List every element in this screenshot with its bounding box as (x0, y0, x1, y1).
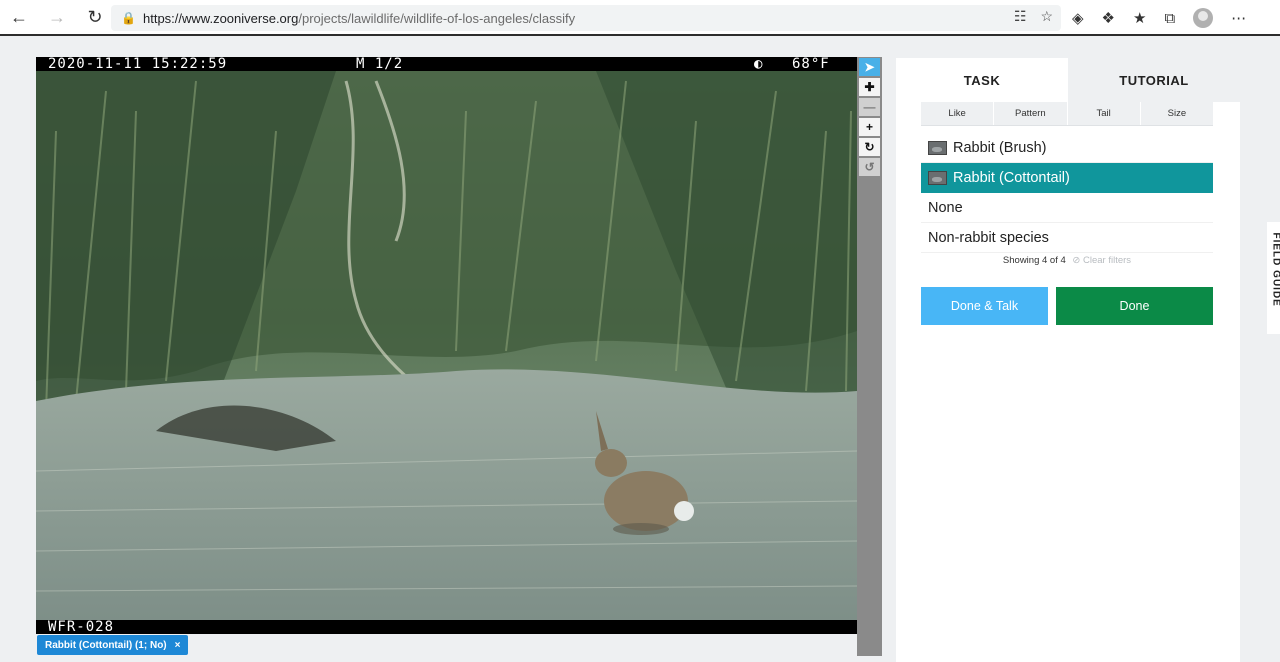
back-arrow-icon[interactable]: ← (0, 0, 38, 35)
annotation-label: Rabbit (Cottontail) (1; No) (45, 639, 167, 651)
zoom-out-icon[interactable]: — (859, 98, 880, 116)
choice-thumbnail (928, 171, 947, 185)
pan-icon[interactable]: ✚ (859, 78, 880, 96)
filter-like[interactable]: Like (921, 102, 995, 125)
close-icon[interactable]: × (175, 640, 181, 651)
reload-icon[interactable]: ↻ (76, 0, 114, 35)
choice-non-rabbit-species[interactable]: Non-rabbit species (921, 223, 1213, 253)
task-panel: TASK TUTORIAL Like Pattern Tail Size Rab… (896, 58, 1240, 662)
filter-tail[interactable]: Tail (1068, 102, 1141, 125)
reset-icon[interactable]: ↺ (859, 158, 880, 176)
field-guide-tab[interactable]: FIELD GUIDE (1267, 222, 1280, 334)
viewer-toolbar: ➤ ✚ — + ↻ ↺ (857, 57, 882, 656)
choice-list: Rabbit (Brush) Rabbit (Cottontail) None … (921, 133, 1213, 253)
reader-icon[interactable]: ☷ (1014, 8, 1027, 25)
annotation-tag[interactable]: Rabbit (Cottontail) (1; No) × (37, 635, 189, 655)
camera-station-label: WFR-028 (36, 620, 857, 634)
choice-label: Rabbit (Brush) (953, 139, 1047, 156)
profile-icon[interactable] (1193, 8, 1214, 28)
collections-icon[interactable]: ⧉ (1164, 10, 1175, 27)
wildlife-photo (36, 71, 857, 620)
puzzle-icon[interactable]: ❖ (1102, 9, 1115, 27)
forward-arrow-icon[interactable]: → (38, 0, 76, 35)
subject-image[interactable] (36, 71, 857, 620)
zoom-in-icon[interactable]: + (859, 118, 880, 136)
filter-pattern[interactable]: Pattern (994, 102, 1068, 125)
tab-task[interactable]: TASK (896, 58, 1068, 102)
characteristic-filters: Like Pattern Tail Size (921, 102, 1213, 126)
choice-rabbit-brush[interactable]: Rabbit (Brush) (921, 133, 1213, 163)
showing-text: Showing 4 of 4 (1002, 255, 1066, 266)
clear-filters-button[interactable]: ⊘ Clear filters (1072, 255, 1131, 266)
field-guide-label: FIELD GUIDE (1270, 232, 1280, 307)
choice-rabbit-cottontail[interactable]: Rabbit (Cottontail) (921, 163, 1213, 193)
choice-label: None (928, 199, 963, 216)
more-icon[interactable]: ⋯ (1231, 9, 1246, 27)
moon-phase-icon: ◐ (754, 56, 764, 72)
camera-frame: M 1/2 (356, 56, 404, 72)
url-path: /projects/lawildlife/wildlife-of-los-ang… (298, 10, 576, 26)
subject-viewer[interactable]: 2020-11-11 15:22:59 M 1/2 ◐ 68°F WFR-028 (36, 57, 857, 634)
lock-icon[interactable]: 🔒 (121, 11, 143, 25)
showing-count: Showing 4 of 4 ⊘ Clear filters (921, 255, 1213, 266)
done-and-talk-button[interactable]: Done & Talk (921, 287, 1048, 325)
favorite-star-icon[interactable]: ☆ (1040, 8, 1053, 25)
url-host: https://www.zooniverse.org (143, 10, 299, 26)
url-text[interactable]: https://www.zooniverse.org/projects/lawi… (143, 11, 575, 26)
choice-thumbnail (928, 140, 947, 155)
filter-size[interactable]: Size (1141, 102, 1213, 125)
browser-toolbar: ← → ↻ 🔒 https://www.zooniverse.org/proje… (0, 0, 1280, 36)
favorites-icon[interactable]: ★ (1133, 9, 1146, 27)
tab-tutorial[interactable]: TUTORIAL (1068, 58, 1240, 102)
camera-datetime: 2020-11-11 15:22:59 (48, 56, 228, 72)
done-button[interactable]: Done (1056, 287, 1213, 325)
choice-none[interactable]: None (921, 193, 1213, 223)
camera-info-bar: 2020-11-11 15:22:59 M 1/2 ◐ 68°F (36, 57, 857, 71)
extension-pin-icon[interactable]: ◈ (1072, 9, 1084, 27)
camera-temperature: 68°F (792, 56, 830, 72)
pointer-icon[interactable]: ➤ (859, 58, 880, 76)
choice-label: Non-rabbit species (928, 229, 1049, 246)
choice-label: Rabbit (Cottontail) (953, 170, 1070, 186)
address-bar[interactable]: 🔒 https://www.zooniverse.org/projects/la… (111, 5, 1061, 31)
rotate-icon[interactable]: ↻ (859, 138, 880, 156)
